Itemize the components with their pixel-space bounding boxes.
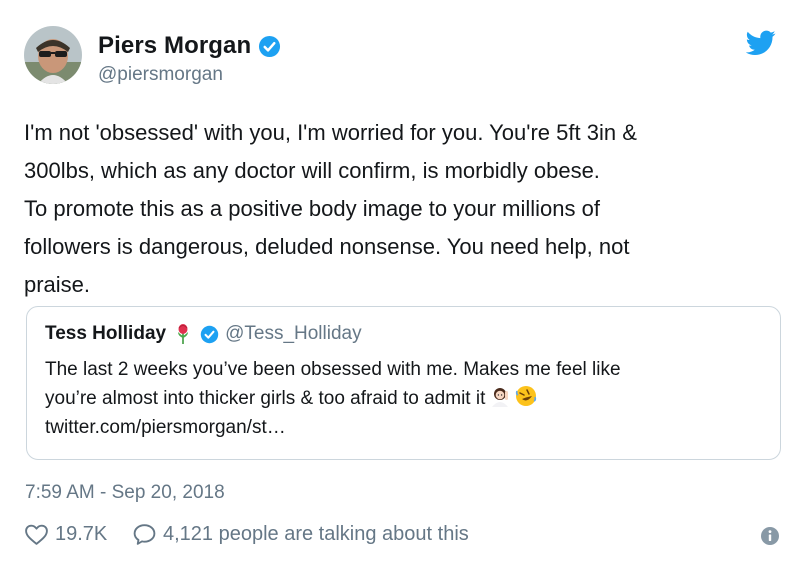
tweet-line: followers is dangerous, deluded nonsense… (24, 234, 630, 259)
author-name-row[interactable]: Piers Morgan (98, 32, 281, 60)
avatar[interactable] (24, 26, 82, 84)
tweet-timestamp[interactable]: 7:59 AM - Sep 20, 2018 (25, 482, 225, 504)
author-handle[interactable]: @piersmorgan (98, 64, 223, 86)
reply-button[interactable]: 4,121 people are talking about this (132, 522, 469, 547)
tweet-line: I'm not 'obsessed' with you, I'm worried… (24, 120, 637, 145)
tweet-header: Piers Morgan @piersmorgan (24, 26, 776, 90)
tweet-line: praise. (24, 272, 91, 297)
speech-bubble-icon (133, 524, 156, 545)
quoted-tweet-line: The last 2 weeks you’ve been obsessed wi… (45, 359, 621, 380)
quoted-tweet-line-with-emoji: you’re almost into thicker girls & too a… (45, 384, 765, 413)
quoted-tweet-link[interactable]: twitter.com/piersmorgan/st… (45, 413, 765, 442)
quoted-tweet-line: you’re almost into thicker girls & too a… (45, 388, 486, 409)
quoted-author-handle: @Tess_Holliday (225, 323, 362, 344)
tweet-text: I'm not 'obsessed' with you, I'm worried… (24, 114, 776, 304)
quoted-tweet-text: The last 2 weeks you’ve been obsessed wi… (45, 355, 765, 442)
quoted-tweet-header: Tess Holliday @Tess_Holliday (45, 323, 362, 345)
info-icon[interactable] (760, 526, 780, 546)
quoted-tweet-card[interactable]: Tess Holliday @Tess_Holliday The last 2 … (26, 306, 781, 460)
verified-badge-icon (259, 35, 281, 57)
like-count: 19.7K (55, 523, 108, 545)
woman-raising-hand-emoji-icon (492, 388, 509, 407)
like-button[interactable]: 19.7K (24, 522, 107, 547)
tweet-line: 300lbs, which as any doctor will confirm… (24, 158, 600, 183)
author-name: Piers Morgan (98, 32, 252, 59)
tweet-actions: 19.7K 4,121 people are talking about thi… (24, 522, 780, 552)
tweet-line: To promote this as a positive body image… (24, 196, 600, 221)
talking-count: 4,121 people are talking about this (163, 523, 469, 545)
rose-emoji-icon (178, 324, 189, 344)
twitter-bird-icon[interactable] (746, 30, 776, 56)
verified-badge-icon (200, 325, 219, 343)
heart-icon (25, 524, 48, 545)
rolling-on-floor-laughing-emoji-icon (516, 386, 537, 406)
quoted-author-name: Tess Holliday (45, 323, 167, 344)
